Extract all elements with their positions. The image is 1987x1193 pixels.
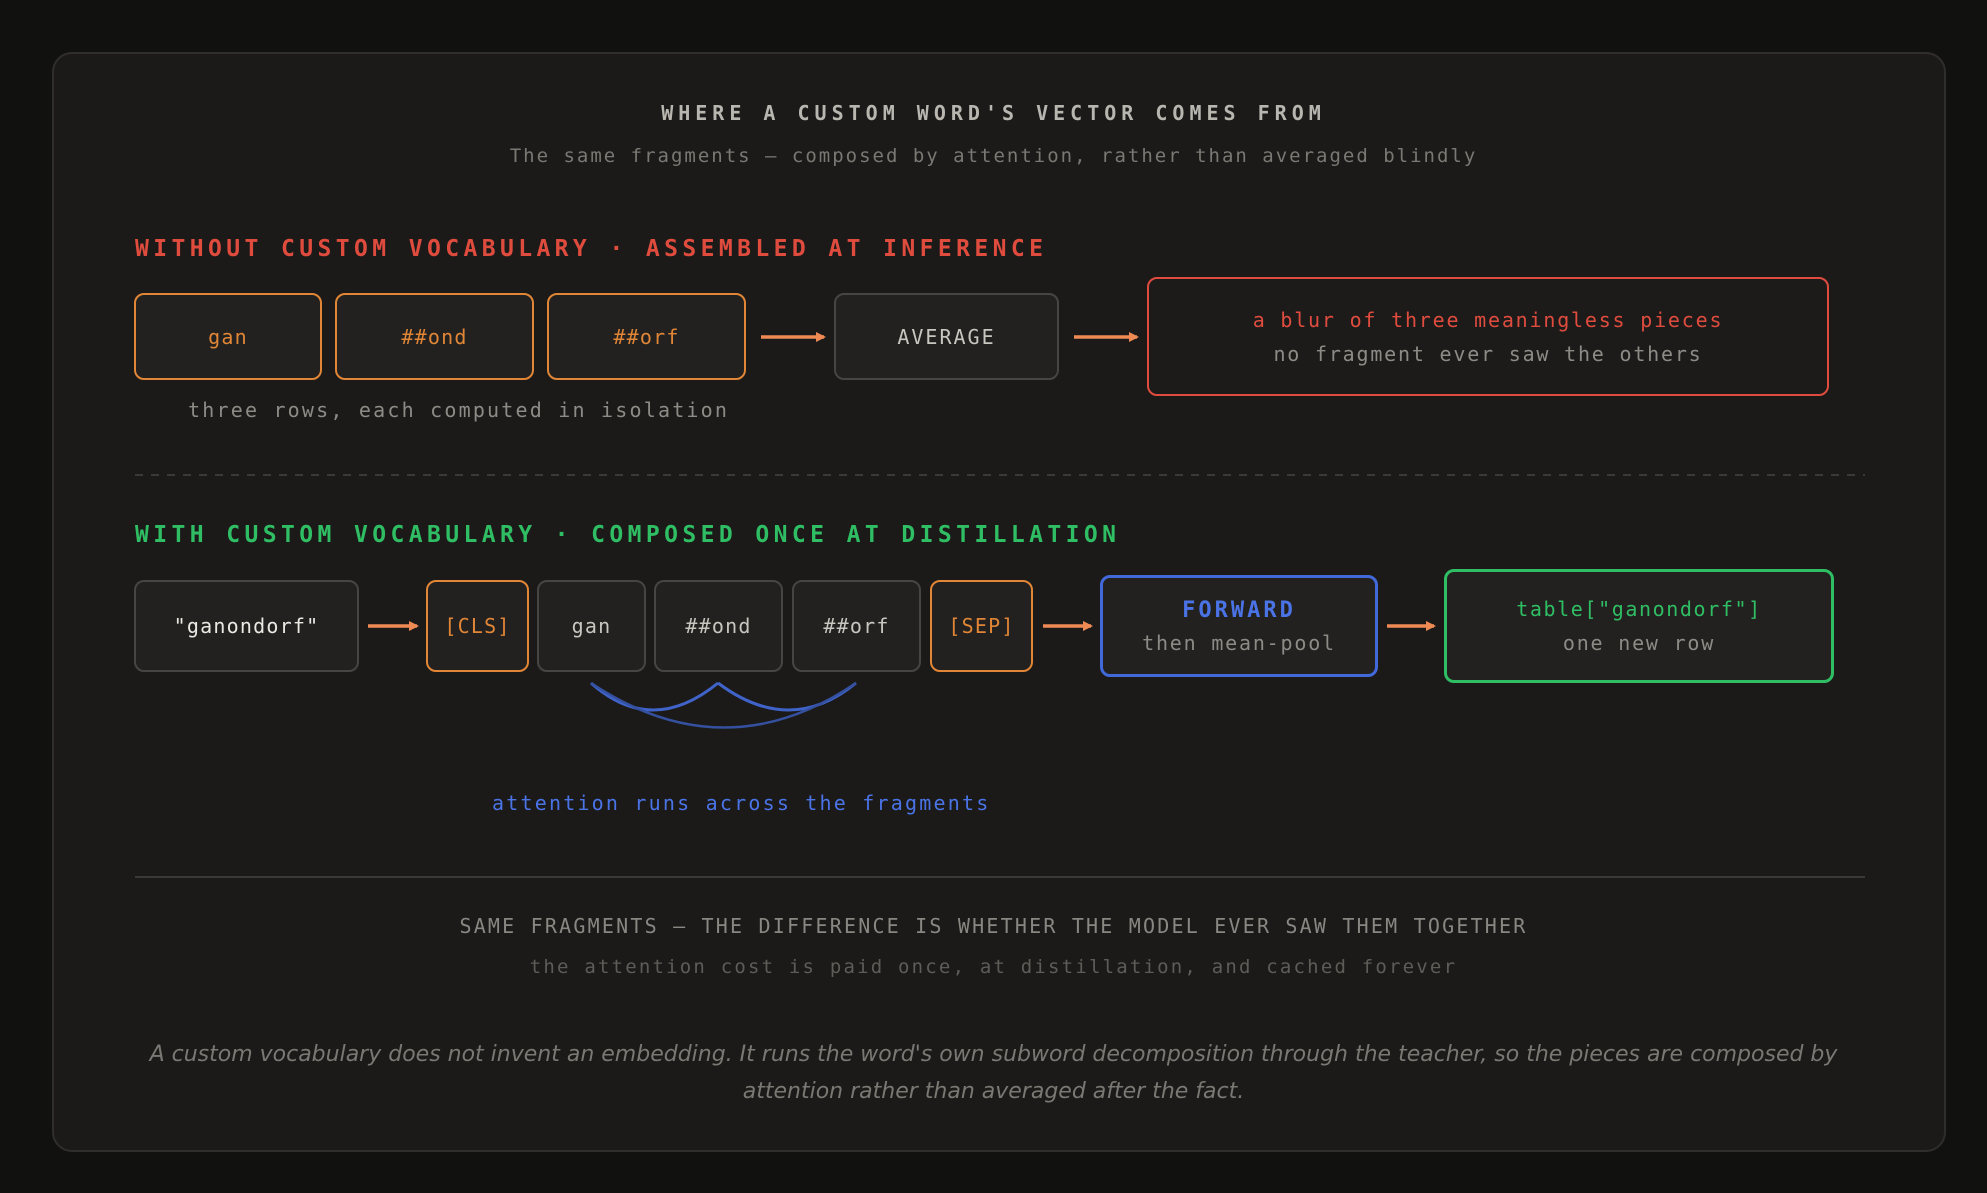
token-label: [SEP]: [948, 614, 1015, 638]
with-token-gan: gan: [537, 580, 646, 672]
forward-subtitle: then mean-pool: [1142, 630, 1336, 655]
footer-headline: SAME FRAGMENTS — THE DIFFERENCE IS WHETH…: [459, 914, 1528, 938]
with-token-ond: ##ond: [654, 580, 783, 672]
token-label: [CLS]: [444, 614, 511, 638]
attention-caption: attention runs across the fragments: [492, 791, 991, 815]
forward-title: FORWARD: [1182, 597, 1296, 623]
token-label: ##orf: [823, 614, 890, 638]
attention-arc-gan-ond: [590, 681, 719, 712]
attention-arc-gan-orf: [590, 681, 857, 729]
with-result-box: table["ganondorf"] one new row: [1444, 569, 1834, 683]
with-heading: WITH CUSTOM VOCABULARY · COMPOSED ONCE A…: [135, 522, 1121, 548]
with-word-box: "ganondorf": [134, 580, 359, 672]
word-label: "ganondorf": [173, 614, 320, 638]
footer-subline: the attention cost is paid once, at dist…: [529, 956, 1458, 978]
with-token-cls: [CLS]: [426, 580, 529, 672]
with-token-sep: [SEP]: [930, 580, 1033, 672]
with-token-orf: ##orf: [792, 580, 921, 672]
with-result-title: table["ganondorf"]: [1516, 597, 1762, 621]
explanatory-note: A custom vocabulary does not invent an e…: [149, 1042, 1838, 1104]
forward-box: FORWARD then mean-pool: [1100, 575, 1378, 677]
token-label: ##ond: [685, 614, 752, 638]
with-result-subtitle: one new row: [1562, 631, 1716, 655]
token-label: gan: [571, 614, 612, 638]
